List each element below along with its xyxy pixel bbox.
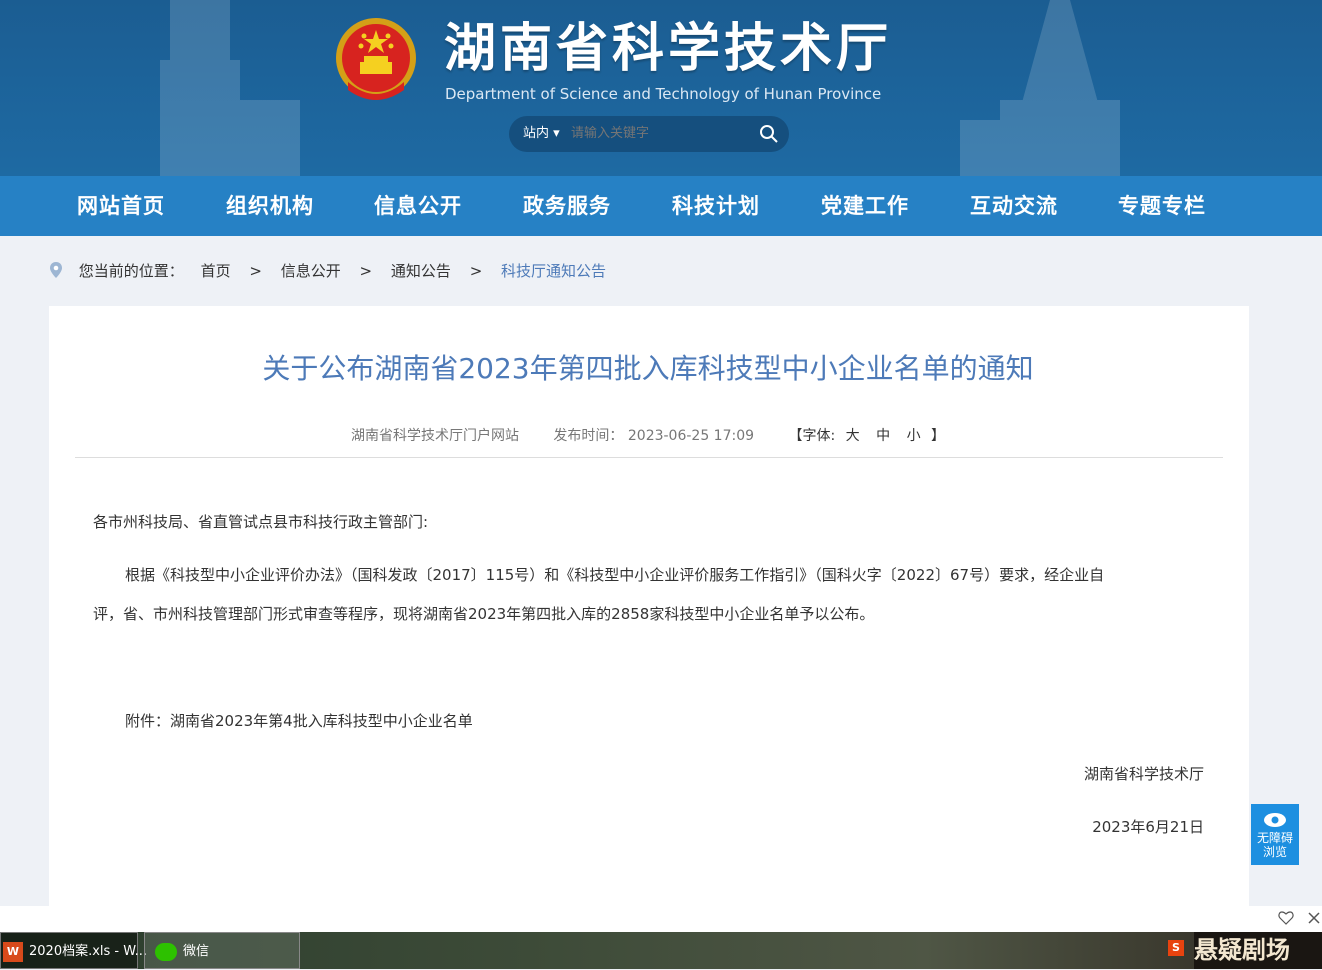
font-size-medium[interactable]: 中 — [876, 428, 890, 444]
breadcrumb-separator: > — [249, 262, 262, 280]
nav-item-government-services[interactable]: 政务服务 — [523, 176, 611, 236]
publish-time: 2023-06-25 17:09 — [627, 428, 755, 444]
building-decoration-left — [160, 0, 300, 176]
breadcrumb-prefix: 您当前的位置： — [78, 262, 184, 280]
search-icon[interactable] — [759, 124, 779, 144]
article-signature: 湖南省科学技术厅 — [1083, 765, 1204, 783]
site-title: 湖南省科学技术厅 — [444, 19, 893, 79]
article-meta: 湖南省科学技术厅门户网站 发布时间： 2023-06-25 17:09 【字体:… — [0, 426, 1296, 446]
search-input[interactable] — [571, 125, 741, 143]
taskbar-item-wechat[interactable]: 微信 — [144, 932, 300, 969]
accessibility-line2: 浏览 — [1262, 845, 1287, 859]
breadcrumb: 您当前的位置： 首页 > 信息公开 > 通知公告 > 科技厅通知公告 — [48, 260, 614, 282]
os-taskbar: W 2020档案.xls - W... 微信 S 悬疑剧场 — [0, 932, 1322, 969]
location-pin-icon — [50, 262, 62, 278]
taskbar-item-wps[interactable]: W 2020档案.xls - W... — [0, 932, 147, 969]
nav-item-organization[interactable]: 组织机构 — [226, 176, 314, 236]
taskbar-item-wechat-label: 微信 — [183, 944, 210, 959]
accessibility-button[interactable]: 无障碍 浏览 — [1251, 804, 1299, 865]
breadcrumb-separator: > — [469, 262, 483, 280]
breadcrumb-info-disclosure[interactable]: 信息公开 — [281, 262, 341, 280]
site-subtitle: Department of Science and Technology of … — [445, 85, 882, 103]
breadcrumb-notices[interactable]: 通知公告 — [391, 262, 451, 280]
article-body-line1: 根据《科技型中小企业评价办法》（国科发政〔2017〕115号）和《科技型中小企业… — [125, 566, 1105, 584]
breadcrumb-home[interactable]: 首页 — [201, 262, 231, 280]
article-date: 2023年6月21日 — [1092, 818, 1204, 836]
font-size-large[interactable]: 大 — [846, 428, 860, 444]
eye-icon — [1264, 813, 1286, 827]
font-size-small[interactable]: 小 — [907, 428, 921, 444]
article-title: 关于公布湖南省2023年第四批入库科技型中小企业名单的通知 — [262, 352, 1034, 385]
breadcrumb-separator: > — [359, 262, 373, 280]
taskbar-item-wps-label: 2020档案.xls - W... — [29, 944, 148, 959]
search-scope-select[interactable]: 站内 ▾ — [523, 125, 560, 143]
close-icon[interactable] — [1308, 912, 1320, 924]
nav-item-home[interactable]: 网站首页 — [77, 176, 165, 236]
search-input-wrap — [571, 125, 741, 143]
building-decoration-right — [960, 0, 1120, 176]
nav-item-info-disclosure[interactable]: 信息公开 — [374, 176, 462, 236]
font-size-label: 【字体: — [788, 428, 836, 444]
main-nav: 网站首页 组织机构 信息公开 政务服务 科技计划 党建工作 互动交流 专题专栏 — [0, 176, 1322, 236]
site-header: 湖南省科学技术厅 Department of Science and Techn… — [0, 0, 1322, 176]
nav-item-special-topics[interactable]: 专题专栏 — [1118, 176, 1206, 236]
meta-divider — [75, 457, 1223, 458]
taskbar-ad-banner[interactable]: 悬疑剧场 — [1194, 932, 1322, 969]
nav-item-interaction[interactable]: 互动交流 — [970, 176, 1058, 236]
publish-label: 发布时间： — [553, 428, 624, 444]
accessibility-line1: 无障碍 — [1256, 831, 1293, 845]
wps-icon: W — [3, 941, 23, 962]
nav-item-party-building[interactable]: 党建工作 — [821, 176, 909, 236]
attachment-link[interactable]: 附件：湖南省2023年第4批入库科技型中小企业名单 — [125, 702, 473, 741]
national-emblem-icon — [336, 18, 416, 100]
article-body-line2: 评，省、市州科技管理部门形式审查等程序，现将湖南省2023年第四批入库的2858… — [93, 605, 875, 623]
search-bar: 站内 ▾ — [509, 116, 789, 152]
browser-status-strip — [0, 906, 1322, 932]
sogou-ime-icon[interactable]: S — [1168, 940, 1184, 956]
article-source: 湖南省科学技术厅门户网站 — [350, 428, 519, 444]
breadcrumb-current[interactable]: 科技厅通知公告 — [501, 262, 606, 280]
font-size-end: 】 — [931, 428, 946, 444]
heart-rate-icon[interactable] — [1278, 911, 1294, 925]
nav-item-tech-plans[interactable]: 科技计划 — [672, 176, 760, 236]
article-salutation: 各市州科技局、省直管试点县市科技行政主管部门: — [93, 513, 429, 531]
wechat-icon — [155, 942, 177, 961]
